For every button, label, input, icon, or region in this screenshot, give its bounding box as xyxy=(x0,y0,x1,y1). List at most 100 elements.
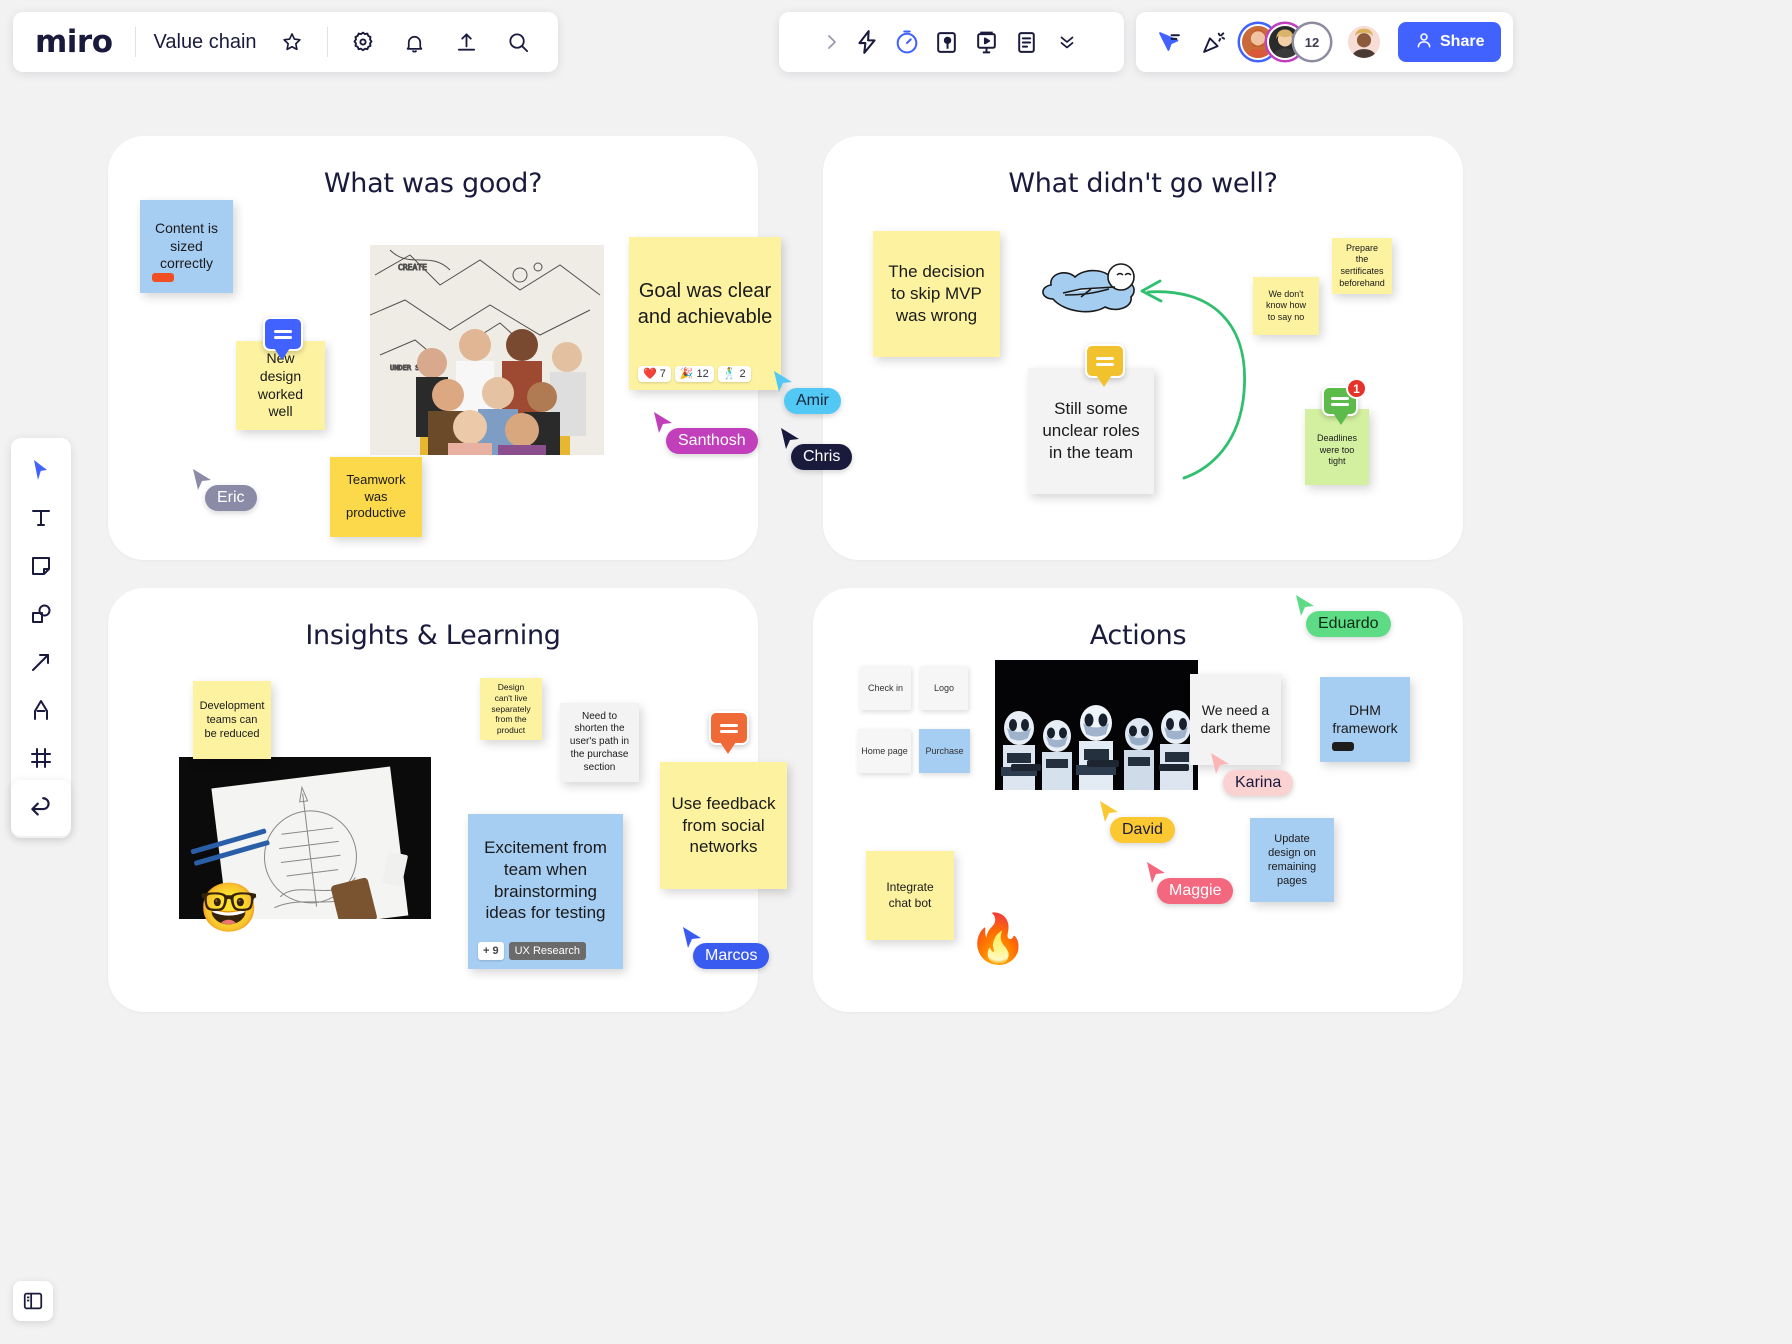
note-text: Deadlines were too tight xyxy=(1316,433,1358,467)
note-text: We don't know how to say no xyxy=(1265,288,1307,322)
note-dev-teams-reduced[interactable]: Development teams can be reduced xyxy=(193,681,271,759)
reaction-heart[interactable]: ❤️ 7 xyxy=(638,365,671,382)
bell-icon[interactable] xyxy=(398,25,432,59)
presentation-icon[interactable] xyxy=(970,25,1004,59)
image-stormtroopers[interactable] xyxy=(995,660,1198,790)
minicard-logo[interactable]: Logo xyxy=(920,666,968,710)
note-reactions[interactable]: ❤️ 7 🎉 12 🕺 2 xyxy=(638,365,751,382)
frame-title-bad: What didn't go well? xyxy=(1008,168,1278,199)
note-teamwork[interactable]: Teamwork was productive xyxy=(330,457,422,537)
note-text: Use feedback from social networks xyxy=(671,793,776,857)
comment-feedback[interactable] xyxy=(709,711,749,754)
arrow-icon[interactable] xyxy=(19,640,63,684)
center-toolbar[interactable] xyxy=(779,12,1124,72)
chevron-double-down-icon[interactable] xyxy=(1050,25,1084,59)
note-text: We need a dark theme xyxy=(1200,701,1271,736)
frame-icon[interactable] xyxy=(19,736,63,780)
shapes-icon[interactable] xyxy=(19,592,63,636)
image-team-photo[interactable]: CREATE UNDER STANDI xyxy=(370,245,604,455)
comment-line xyxy=(274,329,292,333)
miro-logo[interactable]: miro xyxy=(35,26,117,58)
gear-icon[interactable] xyxy=(346,25,380,59)
divider xyxy=(134,27,136,57)
undo-toolbar[interactable] xyxy=(11,780,71,836)
search-icon[interactable] xyxy=(502,25,536,59)
notes-icon[interactable] xyxy=(1010,25,1044,59)
cursor-marcos: Marcos xyxy=(681,926,770,969)
top-left-toolbar[interactable]: miro Value chain xyxy=(13,12,558,72)
cursor-label: Karina xyxy=(1223,770,1294,796)
comment-line xyxy=(1096,362,1114,366)
cursor-label: Chris xyxy=(791,444,853,470)
cursor-label: Amir xyxy=(784,388,841,414)
note-say-no[interactable]: We don't know how to say no xyxy=(1253,277,1319,335)
note-excitement[interactable]: Excitement from team when brainstorming … xyxy=(468,814,623,969)
sticky-note-icon[interactable] xyxy=(19,544,63,588)
cursor-chat-icon[interactable] xyxy=(1152,25,1186,59)
reaction-dance[interactable]: 🕺 2 xyxy=(717,365,751,382)
note-text: Update design on remaining pages xyxy=(1267,832,1317,888)
collaborator-avatars[interactable]: 12 xyxy=(1240,24,1330,60)
minicard-check-in[interactable]: Check in xyxy=(860,666,911,710)
minicard-purchase[interactable]: Purchase xyxy=(919,729,970,773)
note-unclear-roles[interactable]: Still some unclear roles in the team xyxy=(1028,368,1154,494)
reaction-party[interactable]: 🎉 12 xyxy=(674,365,714,382)
top-right-toolbar[interactable]: 12 Share xyxy=(1136,12,1514,72)
current-user-avatar[interactable] xyxy=(1346,24,1382,60)
cursor-david: David xyxy=(1098,800,1175,843)
collaborator-overflow[interactable]: 12 xyxy=(1294,24,1330,60)
cursor-label: David xyxy=(1110,817,1175,843)
image-floating-person-doodle[interactable] xyxy=(1035,253,1157,325)
connector-green-arrow[interactable] xyxy=(1140,272,1260,482)
chevron-right-icon[interactable] xyxy=(820,25,844,59)
note-dhm-framework[interactable]: DHM framework xyxy=(1320,677,1410,762)
note-update-design[interactable]: Update design on remaining pages xyxy=(1250,818,1334,902)
note-content-sized[interactable]: Content is sized correctly xyxy=(140,200,233,293)
note-text: Still some unclear roles in the team xyxy=(1042,399,1140,462)
reaction-emoji: ❤️ xyxy=(643,367,657,380)
undo-arrow-icon[interactable] xyxy=(24,791,58,825)
cursor-eduardo: Eduardo xyxy=(1294,594,1391,637)
voting-icon[interactable] xyxy=(930,25,964,59)
reaction-emoji: 🎉 xyxy=(679,367,694,380)
note-text: DHM framework xyxy=(1332,701,1398,736)
minicard-text: Logo xyxy=(933,683,955,693)
frame-actions[interactable]: Actions xyxy=(813,588,1463,1012)
note-chat-bot[interactable]: Integrate chat bot xyxy=(866,851,954,940)
left-tool-sidebar[interactable] xyxy=(11,438,71,838)
star-icon[interactable] xyxy=(275,25,309,59)
cursor-label: Marcos xyxy=(693,943,770,969)
share-button[interactable]: Share xyxy=(1398,22,1502,62)
comment-line xyxy=(1096,356,1114,360)
pen-icon[interactable] xyxy=(19,688,63,732)
cursor-maggie: Maggie xyxy=(1145,861,1234,904)
minicard-home-page[interactable]: Home page xyxy=(858,729,911,773)
note-text: Prepare the sertificates beforehand xyxy=(1339,242,1385,288)
lightning-icon[interactable] xyxy=(850,25,884,59)
board-canvas[interactable]: What was good? CREATE UNDER STANDI Conte… xyxy=(0,0,1792,1344)
comment-unclear-roles[interactable] xyxy=(1085,344,1125,387)
sidebar-panel-icon[interactable] xyxy=(13,1281,53,1321)
share-button-label: Share xyxy=(1440,33,1485,50)
frame-title-good: What was good? xyxy=(323,168,543,199)
party-popper-icon[interactable] xyxy=(1196,25,1230,59)
reaction-count: 7 xyxy=(659,367,666,380)
upload-icon[interactable] xyxy=(450,25,484,59)
note-shorten-path[interactable]: Need to shorten the user's path in the p… xyxy=(560,703,639,782)
note-goal-clear[interactable]: Goal was clear and achievable ❤️ 7 🎉 12 … xyxy=(629,237,781,390)
comment-deadlines[interactable]: 1 xyxy=(1322,378,1367,425)
timer-icon[interactable] xyxy=(890,25,924,59)
text-t-icon[interactable] xyxy=(19,496,63,540)
note-certificates[interactable]: Prepare the sertificates beforehand xyxy=(1332,238,1392,294)
note-color-chip xyxy=(1332,742,1354,751)
note-dark-theme[interactable]: We need a dark theme xyxy=(1190,674,1281,765)
note-social-feedback[interactable]: Use feedback from social networks xyxy=(660,762,787,889)
note-skip-mvp[interactable]: The decision to skip MVP was wrong xyxy=(873,231,1000,357)
comment-new-design[interactable] xyxy=(263,317,303,360)
note-tags[interactable]: + 9 UX Research xyxy=(478,941,587,960)
tag-ux-research[interactable]: UX Research xyxy=(508,941,587,960)
cursor-arrow-icon[interactable] xyxy=(19,448,63,492)
note-design-separate[interactable]: Design can't live separately from the pr… xyxy=(480,678,542,740)
tag-plus-count[interactable]: + 9 xyxy=(478,941,504,960)
board-title[interactable]: Value chain xyxy=(154,31,257,54)
